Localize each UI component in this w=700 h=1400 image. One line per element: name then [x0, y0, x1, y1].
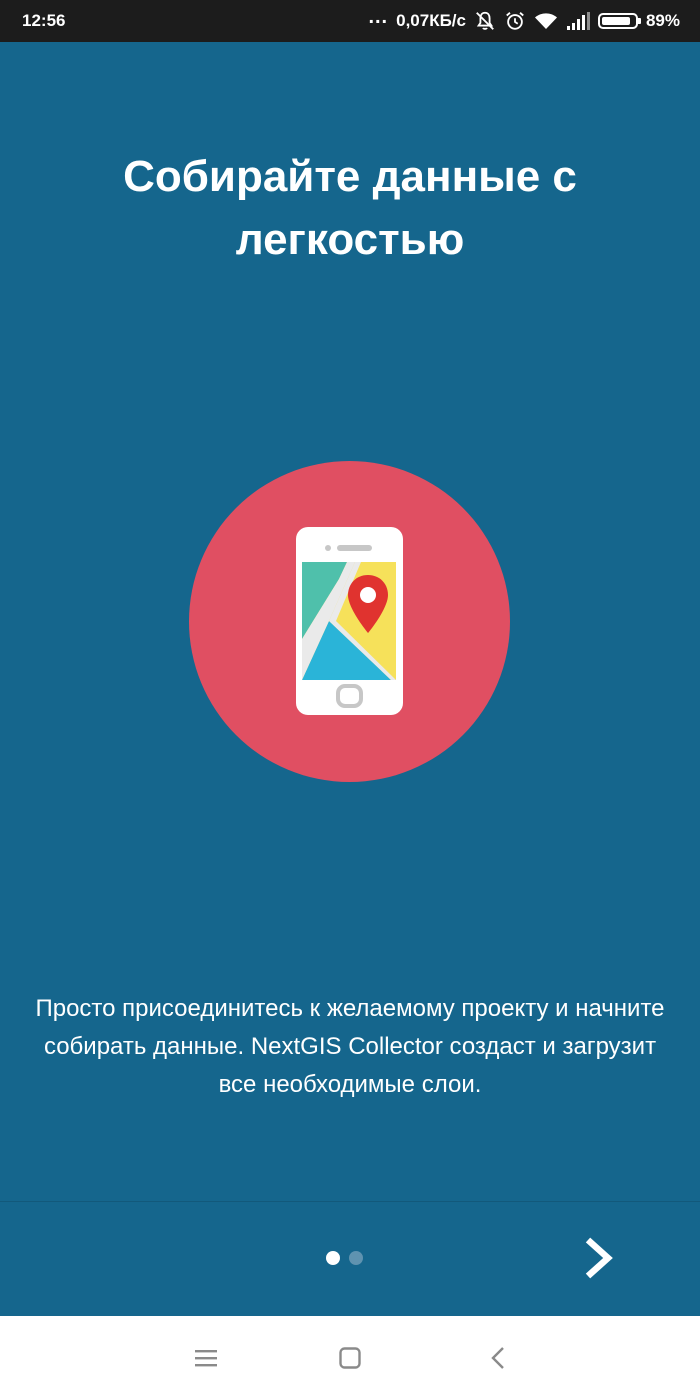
back-icon: [491, 1347, 504, 1369]
home-button[interactable]: [332, 1340, 368, 1376]
wifi-icon: [534, 11, 558, 31]
bottom-divider: [0, 1201, 700, 1202]
battery-icon: [597, 13, 641, 29]
back-button[interactable]: [480, 1340, 516, 1376]
onboarding-screen: 12:56 ... 0,07КБ/с 89% Собирайте данные …: [0, 0, 700, 1400]
page-dot-active: [326, 1251, 340, 1265]
next-button[interactable]: [565, 1225, 631, 1291]
signal-icon: [566, 12, 590, 30]
more-notifications-icon: ...: [368, 5, 389, 28]
page-indicator: [326, 1251, 363, 1265]
status-icons: ... 0,07КБ/с 89%: [368, 0, 680, 42]
battery-percent: 89%: [645, 11, 680, 30]
notifications-off-icon: [474, 10, 496, 32]
description-text: Просто присоединитесь к желаемому проект…: [35, 995, 665, 1098]
menu-icon: [195, 1350, 217, 1367]
menu-button[interactable]: [188, 1340, 224, 1376]
status-time: 12:56: [22, 11, 66, 30]
chevron-right-icon: [585, 1237, 613, 1279]
home-icon: [339, 1347, 361, 1369]
status-bar: 12:56 ... 0,07КБ/с 89%: [0, 0, 700, 42]
page-dot: [349, 1251, 363, 1265]
alarm-icon: [504, 10, 526, 32]
system-nav-bar: [0, 1316, 700, 1400]
net-speed: 0,07КБ/с: [396, 11, 466, 30]
phone-map-pin-icon: [189, 461, 510, 782]
page-title: Собирайте данные с легкостью: [123, 152, 577, 264]
